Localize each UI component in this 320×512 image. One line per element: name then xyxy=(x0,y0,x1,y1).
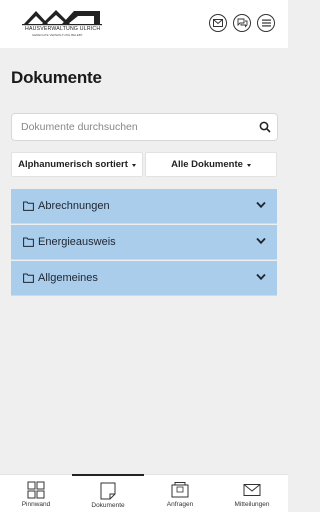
folder-icon xyxy=(23,201,34,211)
folder-label: Abrechnungen xyxy=(38,200,110,212)
tab-label: Mitteilungen xyxy=(234,501,270,508)
chevron-down-icon xyxy=(256,237,266,245)
sort-dropdown-label: Alphanumerisch sortiert xyxy=(18,159,128,170)
folder-item-energieausweis[interactable]: Energieausweis xyxy=(11,225,277,260)
folder-item-allgemeines[interactable]: Allgemeines xyxy=(11,261,277,296)
tab-label: Pinnwand xyxy=(21,501,51,508)
chat-icon xyxy=(237,18,247,28)
envelope-icon xyxy=(243,484,261,496)
tab-pinnwand[interactable]: Pinnwand xyxy=(0,475,72,512)
folder-label: Allgemeines xyxy=(38,272,98,284)
page-title: Dokumente xyxy=(11,68,102,87)
search-box xyxy=(11,113,278,141)
folder-icon xyxy=(23,273,34,283)
folder-stack-icon xyxy=(171,482,189,498)
brand-name: HAUSVERWALTUNG ULRICH xyxy=(25,26,101,32)
document-filter-label: Alle Dokumente xyxy=(171,159,243,170)
chevron-down-icon xyxy=(256,273,266,281)
tab-label: Anfragen xyxy=(166,501,194,508)
mail-button[interactable] xyxy=(209,14,227,32)
search-icon[interactable] xyxy=(259,121,271,133)
sort-dropdown[interactable]: Alphanumerisch sortiert xyxy=(11,152,143,177)
mail-icon xyxy=(213,19,223,27)
folder-label: Energieausweis xyxy=(38,236,116,248)
tab-mitteilungen[interactable]: Mitteilungen xyxy=(216,475,288,512)
caret-down-icon xyxy=(131,164,136,167)
tab-label: Dokumente xyxy=(91,502,125,509)
app-header: HAUSVERWALTUNG ULRICH GERECHTE VERWALTUN… xyxy=(0,0,288,48)
tab-anfragen[interactable]: Anfragen xyxy=(144,475,216,512)
caret-down-icon xyxy=(246,164,251,167)
menu-button[interactable] xyxy=(257,14,275,32)
tab-dokumente[interactable]: Dokumente xyxy=(72,474,144,512)
document-icon xyxy=(100,482,116,500)
chat-button[interactable] xyxy=(233,14,251,32)
folder-icon xyxy=(23,237,34,247)
folder-item-abrechnungen[interactable]: Abrechnungen xyxy=(11,189,277,224)
bottom-tab-bar: Pinnwand Dokumente Anfragen Mitteilungen xyxy=(0,474,288,512)
brand-tagline: GERECHTE VERWALTUNG BELEBT xyxy=(32,33,83,37)
grid-icon xyxy=(27,481,45,499)
chevron-down-icon xyxy=(256,201,266,209)
menu-icon xyxy=(261,19,271,27)
search-input[interactable] xyxy=(12,114,252,140)
document-filter-dropdown[interactable]: Alle Dokumente xyxy=(145,152,277,177)
